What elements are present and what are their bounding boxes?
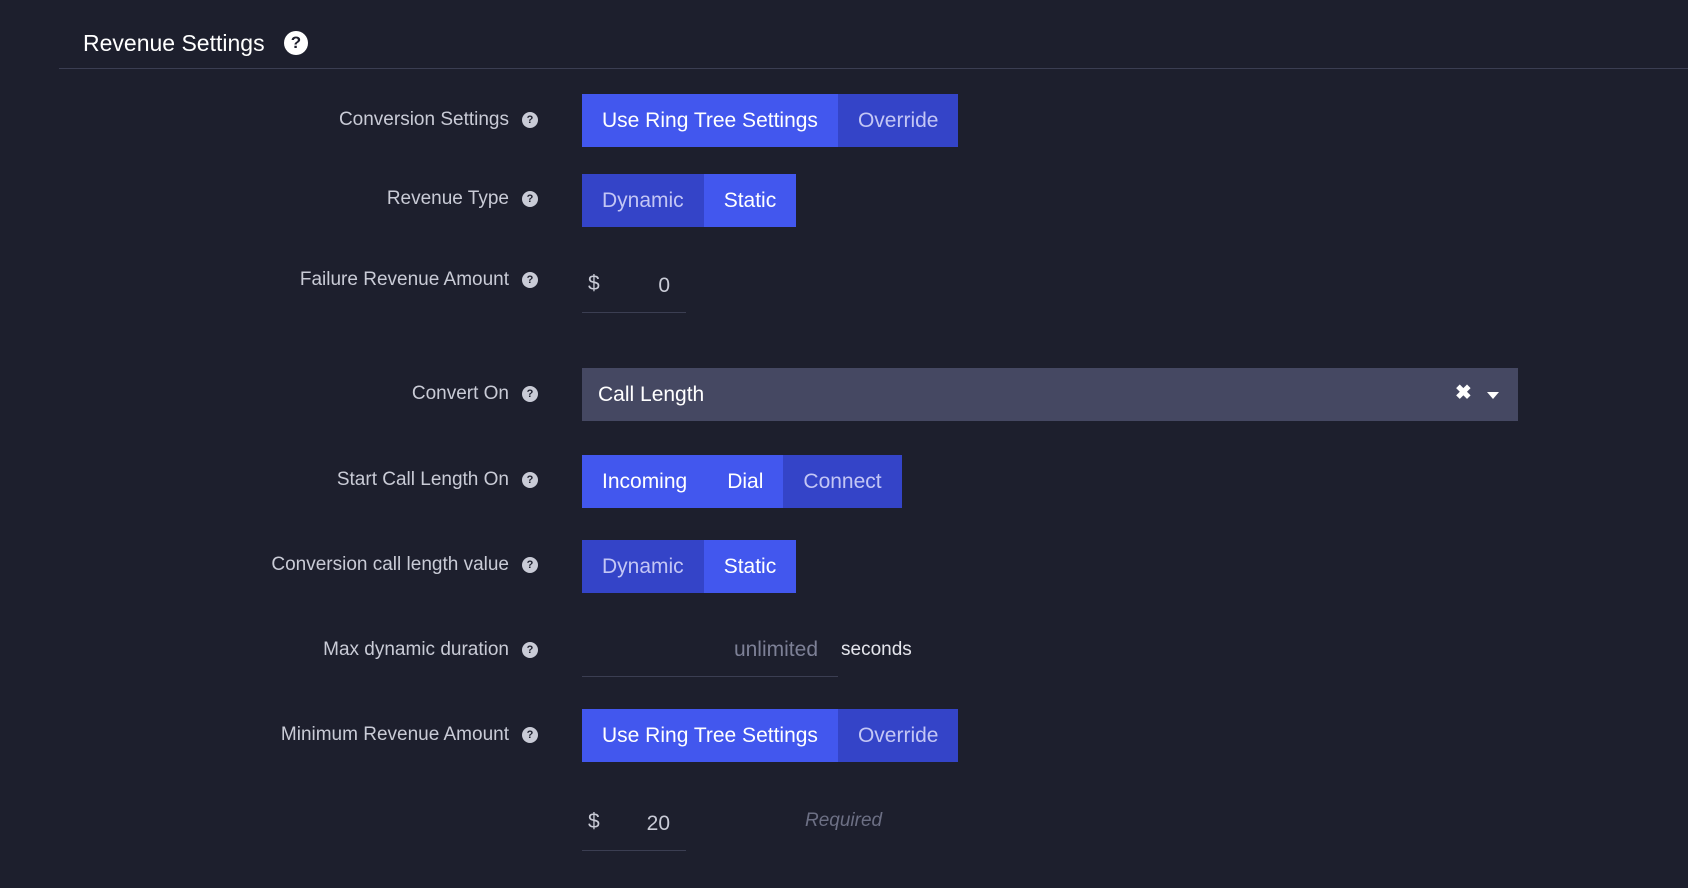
override-button[interactable]: Override [837,94,959,147]
help-icon[interactable]: ? [522,272,538,288]
help-icon[interactable]: ? [522,642,538,658]
revenue-settings-page: Revenue Settings ? Conversion Settings ?… [0,0,1688,888]
conversion-settings-toggle: Use Ring Tree Settings Override [582,94,959,147]
field-label: Revenue Type [386,188,509,209]
connect-button[interactable]: Connect [783,455,902,508]
conversion-call-length-value-toggle: Dynamic Static [582,540,797,593]
revenue-type-toggle: Dynamic Static [582,174,797,227]
override-button[interactable]: Override [837,709,959,762]
minimum-revenue-amount-input[interactable]: $ 20 [582,798,686,851]
currency-symbol: $ [588,810,600,833]
field-label-wrap: Convert On ? [412,382,538,406]
start-call-length-on-toggle: Incoming Dial Connect [582,455,902,508]
minimum-revenue-amount-toggle: Use Ring Tree Settings Override [582,709,959,762]
dial-button[interactable]: Dial [707,455,784,508]
required-hint: Required [805,810,883,831]
caret-down-icon[interactable] [1487,392,1499,399]
failure-revenue-amount-input[interactable]: $ 0 [582,260,686,313]
static-button[interactable]: Static [703,174,797,227]
field-label-wrap: Revenue Type ? [387,187,538,211]
select-value: Call Length [598,383,705,406]
field-label-wrap: Start Call Length On ? [337,468,538,492]
amount-value[interactable]: 20 [647,812,670,836]
field-label-wrap: Conversion call length value ? [271,553,538,577]
use-ring-tree-settings-button[interactable]: Use Ring Tree Settings [582,709,838,762]
help-icon[interactable]: ? [284,31,308,55]
incoming-button[interactable]: Incoming [582,455,708,508]
field-label: Conversion Settings [338,109,509,130]
dynamic-button[interactable]: Dynamic [582,540,704,593]
dynamic-button[interactable]: Dynamic [582,174,704,227]
help-icon[interactable]: ? [522,386,538,402]
section-title: Revenue Settings [83,30,265,56]
field-label-wrap: Max dynamic duration ? [323,638,538,662]
field-label: Failure Revenue Amount [299,269,509,290]
field-label-wrap: Minimum Revenue Amount ? [281,723,538,747]
static-button[interactable]: Static [703,540,797,593]
help-icon[interactable]: ? [522,191,538,207]
field-label: Max dynamic duration [323,639,509,660]
max-dynamic-duration-input[interactable]: unlimited [582,624,838,677]
amount-value[interactable]: 0 [658,274,670,298]
seconds-suffix: seconds [841,639,912,660]
help-icon[interactable]: ? [522,557,538,573]
input-placeholder: unlimited [733,638,818,661]
field-label: Start Call Length On [336,469,509,490]
field-label: Conversion call length value [271,554,509,575]
field-label: Convert On [411,383,509,404]
use-ring-tree-settings-button[interactable]: Use Ring Tree Settings [582,94,838,147]
field-label: Minimum Revenue Amount [280,724,509,745]
section-header: Revenue Settings ? [59,0,1688,69]
close-icon[interactable]: ✖ [1455,382,1472,404]
currency-symbol: $ [588,272,600,295]
convert-on-select[interactable]: Call Length ✖ [582,368,1518,421]
help-icon[interactable]: ? [522,472,538,488]
field-label-wrap: Failure Revenue Amount ? [300,268,538,292]
field-label-wrap: Conversion Settings ? [339,108,538,132]
help-icon[interactable]: ? [522,727,538,743]
help-icon[interactable]: ? [522,112,538,128]
